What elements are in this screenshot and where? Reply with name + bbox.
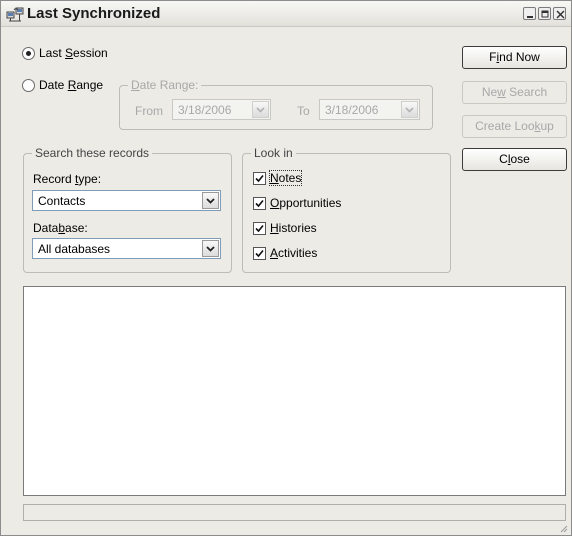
record-type-value: Contacts [38,194,86,208]
minimize-button[interactable] [523,7,536,20]
activities-label: Activities [270,246,318,260]
close-button[interactable]: Close [462,148,567,171]
activities-checkbox-row[interactable]: Activities [253,246,317,260]
notes-checkbox[interactable] [253,171,266,185]
to-date-value: 3/18/2006 [325,103,379,117]
from-date-value: 3/18/2006 [178,103,232,117]
resize-grip-icon[interactable] [558,522,568,533]
to-label: To [297,104,310,118]
window-title: Last Synchronized [27,5,161,22]
maximize-button[interactable] [538,7,551,20]
date-range-radio[interactable] [22,78,35,92]
notes-checkbox-row[interactable]: Notes [253,170,303,186]
date-range-group-label: Date Range: [128,78,202,92]
database-select[interactable]: All databases [32,238,221,259]
to-date-picker[interactable]: 3/18/2006 [319,99,420,120]
search-records-group-label: Search these records [32,146,153,160]
histories-label: Histories [270,221,317,235]
close-window-button[interactable] [553,7,566,20]
histories-checkbox[interactable] [253,221,266,235]
network-computers-icon [6,6,24,22]
last-session-radio[interactable] [22,46,35,60]
status-bar [23,504,566,521]
histories-checkbox-row[interactable]: Histories [253,221,317,235]
opportunities-label: Opportunities [270,196,342,210]
notes-label: Notes [268,170,303,186]
chevron-down-icon[interactable] [202,240,219,257]
minimize-icon [527,16,533,18]
opportunities-checkbox-row[interactable]: Opportunities [253,196,341,210]
from-date-picker[interactable]: 3/18/2006 [172,99,271,120]
results-list[interactable] [23,286,566,496]
last-session-label: Last Session [39,46,108,60]
date-range-option-label: Date Range [39,78,104,92]
close-icon [556,10,565,19]
checkmark-icon [255,249,264,257]
chevron-down-icon[interactable] [252,101,269,118]
chevron-down-icon[interactable] [202,192,219,209]
last-session-option[interactable]: Last Session [22,46,108,60]
title-bar[interactable]: Last Synchronized [1,1,571,27]
opportunities-checkbox[interactable] [253,196,266,210]
find-now-button[interactable]: Find Now [462,46,567,69]
record-type-select[interactable]: Contacts [32,190,221,211]
from-label: From [135,104,163,118]
activities-checkbox[interactable] [253,246,266,260]
last-synchronized-dialog: Last Synchronized Last Session Date Rang… [0,0,572,536]
new-search-button[interactable]: New Search [462,81,567,104]
database-label: Database: [33,221,88,235]
record-type-label: Record type: [33,172,102,186]
checkmark-icon [255,224,264,232]
maximize-icon [541,10,549,18]
create-lookup-button[interactable]: Create Lookup [462,115,567,138]
checkmark-icon [255,174,264,182]
look-in-group-label: Look in [251,146,296,160]
checkmark-icon [255,199,264,207]
date-range-option[interactable]: Date Range [22,78,103,92]
chevron-down-icon[interactable] [401,101,418,118]
database-value: All databases [38,242,111,256]
